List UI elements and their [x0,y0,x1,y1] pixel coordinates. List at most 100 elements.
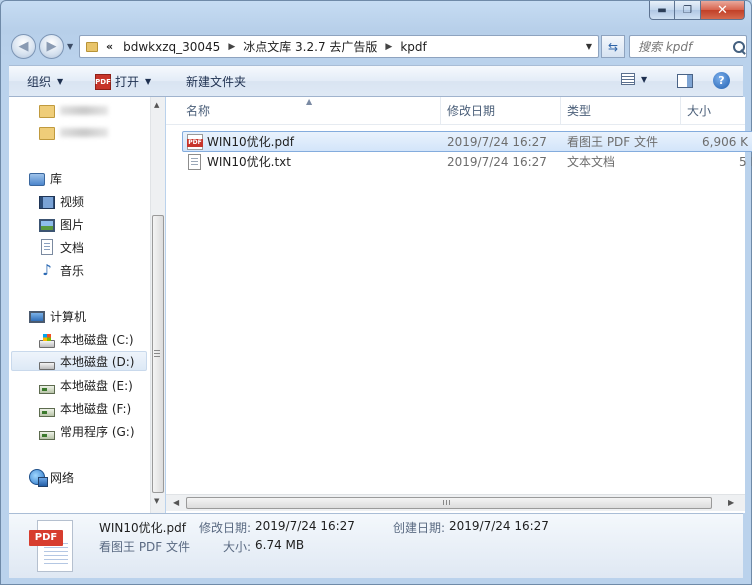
search-input[interactable] [638,39,730,54]
sidebar-item-videos[interactable]: 视频 [39,191,84,211]
sidebar-item-favorite[interactable] [39,122,108,142]
details-modified-key: 修改日期: [199,521,252,535]
sidebar-item-computer[interactable]: 计算机 [29,306,86,326]
forward-button[interactable]: ▶ [39,34,64,59]
column-header-row: ▲ 名称 修改日期 类型 大小 [166,97,745,125]
file-date: 2019/7/24 16:27 [447,135,547,149]
network-icon [29,469,48,487]
scroll-left-icon[interactable]: ◀ [173,498,179,507]
explorer-window: ▬ ❐ ✕ ◀ ▶ ▼ « bdwkxzq_30045 ▶ 冰点文库 3.2.7… [0,0,752,585]
organize-button[interactable]: 组织 ▼ [27,73,63,90]
new-folder-button[interactable]: 新建文件夹 [186,73,246,90]
search-box[interactable] [629,35,747,58]
folder-icon [86,41,98,52]
sidebar-item-label: 图片 [60,217,85,232]
scroll-down-icon[interactable]: ▼ [154,497,159,505]
details-size-key: 大小: [223,540,252,554]
redacted-label [60,105,108,115]
address-history-dropdown[interactable]: ▼ [580,42,598,51]
dropdown-arrow-icon: ▼ [57,77,64,86]
pdf-badge: PDF [29,530,63,546]
document-icon [41,239,53,255]
video-icon [39,195,55,209]
column-header-size[interactable]: 大小 [681,97,751,125]
file-row[interactable]: WIN10优化.pdf 2019/7/24 16:27 看图王 PDF 文件 6… [182,131,752,152]
picture-icon [39,218,55,232]
details-size-value: 6.74 MB [255,538,305,552]
sidebar-item-drive-c[interactable]: 本地磁盘 (C:) [39,329,134,349]
file-list: ▲ 名称 修改日期 类型 大小 WIN10优化.pdf 2019/7/24 16… [166,97,752,513]
sidebar-item-label: 常用程序 (G:) [60,424,135,439]
music-note-icon: ♪ [42,261,52,279]
search-icon[interactable] [732,40,746,54]
column-header-date[interactable]: 修改日期 [441,97,561,125]
breadcrumb-item[interactable]: kpdf [394,40,432,54]
refresh-button[interactable]: ⇆ [601,35,625,58]
breadcrumb-item[interactable]: bdwkxzq_30045 [117,40,226,54]
library-icon [29,172,45,186]
recent-pages-dropdown[interactable]: ▼ [67,42,73,51]
hard-drive-icon [39,407,55,417]
scroll-right-icon[interactable]: ▶ [728,498,734,507]
sidebar-item-label: 文档 [60,240,85,255]
file-type: 看图王 PDF 文件 [567,135,659,149]
sidebar-item-label: 本地磁盘 (F:) [60,401,132,416]
sidebar-item-label: 本地磁盘 (D:) [60,354,135,369]
sidebar-item-libraries[interactable]: 库 [29,168,62,188]
address-bar[interactable]: « bdwkxzq_30045 ▶ 冰点文库 3.2.7 去广告版 ▶ kpdf… [79,35,599,58]
command-bar: 组织 ▼ PDF 打开 ▼ 新建文件夹 ▼ ? [9,65,743,97]
folder-icon [39,126,55,140]
folder-icon [39,104,55,118]
sidebar-item-drive-d[interactable]: 本地磁盘 (D:) [11,351,147,371]
dropdown-arrow-icon: ▼ [145,77,152,86]
sidebar-item-pictures[interactable]: 图片 [39,214,84,234]
file-row[interactable]: WIN10优化.txt 2019/7/24 16:27 文本文档 5 K [182,152,752,173]
pdf-file-icon: PDF [29,520,73,572]
sidebar-item-label: 计算机 [50,309,87,324]
maximize-button[interactable]: ❐ [675,1,701,20]
scroll-up-icon[interactable]: ▲ [154,101,159,109]
forward-arrow-icon: ▶ [46,39,57,54]
sidebar-item-network[interactable]: 网络 [29,467,74,487]
column-header-name[interactable]: 名称 [180,97,441,125]
preview-pane-button[interactable] [677,74,693,88]
dropdown-arrow-icon: ▼ [641,74,648,84]
system-drive-icon [39,334,55,348]
sidebar-item-label: 库 [50,171,63,186]
sidebar-item-label: 视频 [60,194,85,209]
sidebar-item-music[interactable]: ♪ 音乐 [39,260,84,280]
close-button[interactable]: ✕ [701,1,745,20]
column-header-type[interactable]: 类型 [561,97,681,125]
sidebar-item-drive-e[interactable]: 本地磁盘 (E:) [39,375,133,395]
details-created-key: 创建日期: [393,521,446,535]
open-button[interactable]: PDF 打开 ▼ [95,73,151,90]
scrollbar-grip-icon [443,500,451,505]
navigation-scrollbar[interactable]: ▲ ▼ [150,97,165,513]
horizontal-scrollbar[interactable]: ◀ ▶ [166,494,745,511]
minimize-button[interactable]: ▬ [649,1,675,20]
organize-label: 组织 [27,75,52,89]
file-type: 文本文档 [567,155,616,169]
details-pane: PDF WIN10优化.pdf 修改日期: 2019/7/24 16:27 创建… [9,513,743,578]
view-list-icon [621,73,635,85]
sidebar-item-label: 网络 [50,470,75,485]
breadcrumb-item[interactable]: 冰点文库 3.2.7 去广告版 [237,38,383,55]
breadcrumb-separator-icon[interactable]: ▶ [226,42,237,52]
file-size: 6,906 K [702,135,749,149]
breadcrumb-overflow[interactable]: « [102,40,117,53]
file-size: 5 K [739,155,752,169]
sidebar-item-documents[interactable]: 文档 [39,237,84,257]
back-button[interactable]: ◀ [11,34,36,59]
details-created-value: 2019/7/24 16:27 [449,519,549,533]
help-button[interactable]: ? [713,72,730,89]
file-date: 2019/7/24 16:27 [447,155,547,169]
sidebar-item-drive-f[interactable]: 本地磁盘 (F:) [39,398,131,418]
computer-icon [29,311,45,323]
sidebar-item-drive-g[interactable]: 常用程序 (G:) [39,421,135,441]
sidebar-item-label: 本地磁盘 (E:) [60,378,133,393]
sidebar-item-label: 音乐 [60,263,85,278]
breadcrumb-separator-icon[interactable]: ▶ [383,42,394,52]
change-view-button[interactable]: ▼ [621,73,647,85]
sidebar-item-label: 本地磁盘 (C:) [60,332,134,347]
sidebar-item-favorite[interactable] [39,100,108,120]
